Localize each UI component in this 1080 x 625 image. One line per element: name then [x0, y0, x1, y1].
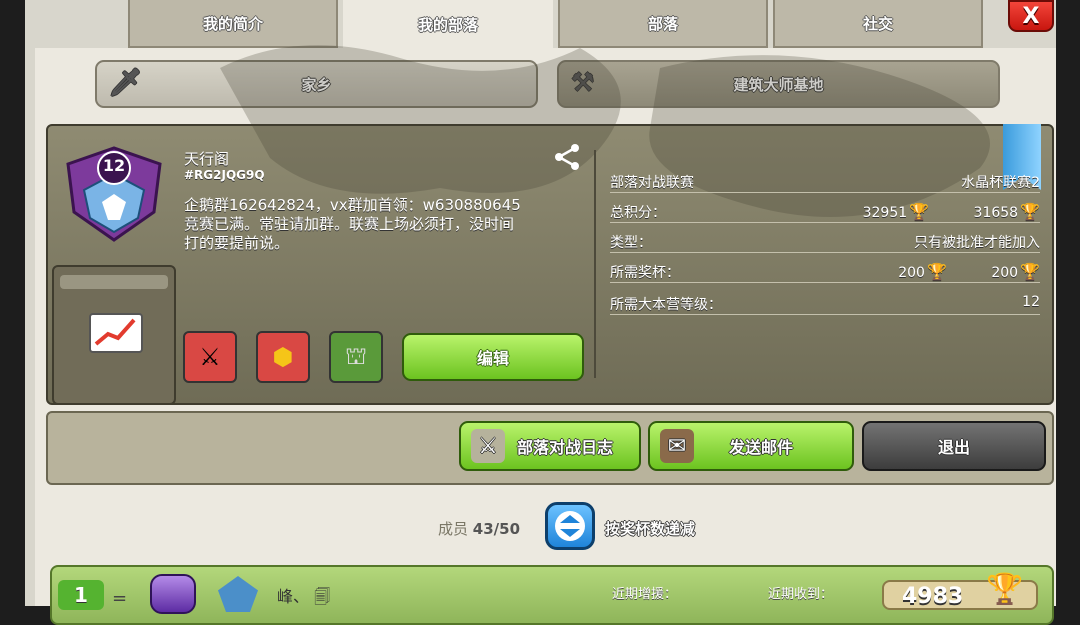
- builder-required-trophies: 200: [991, 265, 1019, 281]
- clan-description: 企鹅群162642824，vx群加首领：w630880645 竞赛已满。常驻请加…: [184, 196, 579, 253]
- sort-arrows-icon: [555, 511, 585, 541]
- share-icon[interactable]: [552, 142, 582, 172]
- info-value: 只有被批准才能加入: [914, 235, 1040, 251]
- info-required-trophies: 所需奖杯： 200 🏆 200 🏆: [610, 260, 1040, 283]
- info-value: 32951 🏆 31658 🏆: [863, 202, 1040, 221]
- edit-clan-button[interactable]: 编辑: [402, 333, 584, 381]
- member-count-value: 43/50: [472, 520, 521, 538]
- info-points: 总积分： 32951 🏆 31658 🏆: [610, 200, 1040, 223]
- member-trophy-value: 4983: [902, 584, 964, 609]
- trend-chart-icon: [89, 313, 143, 353]
- builder-points: 31658: [973, 205, 1019, 221]
- trophy-icon: 🏆: [1020, 262, 1040, 281]
- trend-bar: [60, 275, 168, 289]
- leave-clan-button[interactable]: 退出: [862, 421, 1046, 471]
- sort-label: 按奖杯数递减: [605, 520, 696, 538]
- info-required-townhall: 所需大本营等级： 12: [610, 292, 1040, 315]
- info-label: 所需奖杯：: [610, 265, 680, 281]
- trophy-icon: 🏆: [909, 202, 930, 221]
- member-name-text: 峰、: [277, 587, 310, 606]
- leave-label: 退出: [937, 438, 970, 457]
- info-war-league: 部落对战联赛 水晶杯联赛2: [610, 170, 1040, 193]
- edit-label: 编辑: [476, 349, 509, 368]
- info-type: 类型： 只有被批准才能加入: [610, 230, 1040, 253]
- clan-description-line: 企鹅群162642824，vx群加首领：w630880645: [184, 196, 521, 214]
- war-stat-icon[interactable]: ⚔: [183, 331, 237, 383]
- info-value: 200 🏆 200 🏆: [898, 262, 1040, 281]
- home-required-trophies: 200: [898, 265, 925, 281]
- info-label: 部落对战联赛: [610, 175, 694, 191]
- close-icon: X: [1022, 3, 1040, 29]
- league-stat-icon[interactable]: ⬢: [256, 331, 310, 383]
- member-count: 成员 43/50: [438, 518, 520, 539]
- member-name: 峰、 🗐: [277, 583, 330, 613]
- mail-icon: ✉: [660, 429, 694, 463]
- league-badge-icon: [150, 574, 196, 614]
- recent-received-label: 近期收到：: [768, 587, 834, 602]
- clan-level: 12: [102, 156, 126, 175]
- info-label: 类型：: [610, 235, 652, 251]
- clan-description-line: 竞赛已满。常驻请加群。联赛上场必须打，没时间: [184, 215, 515, 233]
- card-divider: [594, 150, 596, 378]
- capital-stat-icon[interactable]: ⛫: [329, 331, 383, 383]
- chat-icon: 🗐: [314, 587, 331, 606]
- clan-tag: #RG2JQG9Q: [184, 168, 265, 182]
- close-button[interactable]: X: [1008, 0, 1054, 32]
- home-points: 32951: [862, 205, 908, 221]
- trophy-icon: 🏆: [926, 262, 947, 281]
- member-count-label: 成员: [438, 520, 469, 538]
- clan-name: 天行阁: [184, 150, 230, 168]
- crossed-swords-icon: ⚔: [199, 343, 221, 371]
- info-label: 所需大本营等级：: [610, 297, 722, 313]
- info-value: 水晶杯联赛2: [961, 175, 1040, 191]
- trophy-icon: 🏆: [986, 572, 1024, 607]
- info-label: 总积分：: [610, 205, 666, 221]
- info-value: 12: [1022, 294, 1040, 310]
- send-mail-label: 发送邮件: [728, 438, 793, 457]
- trophy-icon: 🏆: [1020, 202, 1040, 221]
- crossed-swords-icon: ⚔: [471, 429, 505, 463]
- war-log-button[interactable]: ⚔ 部落对战日志: [459, 421, 641, 471]
- clan-description-line: 打的要提前说。: [184, 234, 290, 252]
- recent-donations-label: 近期增援：: [612, 587, 678, 602]
- fortress-icon: ⛫: [344, 341, 368, 370]
- gold-badge-icon: ⬢: [272, 343, 294, 371]
- sort-toggle-button[interactable]: [545, 502, 595, 550]
- send-mail-button[interactable]: ✉ 发送邮件: [648, 421, 854, 471]
- war-log-label: 部落对战日志: [516, 438, 613, 457]
